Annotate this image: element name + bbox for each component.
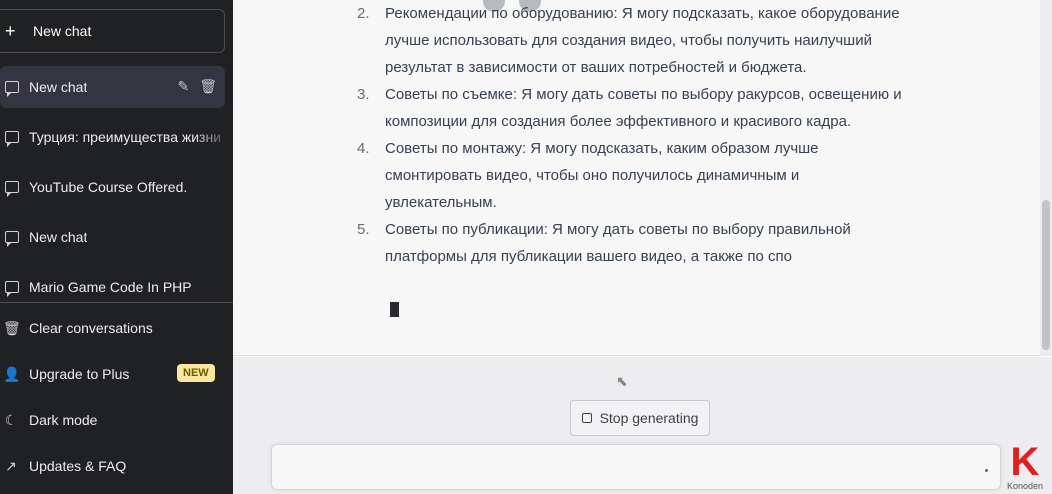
chat-bubble-icon xyxy=(5,81,19,97)
scrollbar[interactable] xyxy=(1040,0,1052,356)
chat-bubble-icon xyxy=(5,131,19,147)
plus-icon: + xyxy=(5,20,16,41)
history-item[interactable]: YouTube Course Offered. xyxy=(0,166,233,208)
new-chat-button[interactable]: + New chat xyxy=(0,9,225,53)
list-item: 5. Советы по публикации: Я могу дать сов… xyxy=(357,216,903,270)
channel-watermark-logo: K Konoden xyxy=(1005,440,1045,491)
message-input[interactable] xyxy=(271,444,1001,490)
list-item-number: 5. xyxy=(357,221,370,238)
chat-bubble-icon xyxy=(5,281,19,297)
sidebar: + New chat New chat ✎ 🗑 Турция: преимуще… xyxy=(0,0,233,494)
history-item[interactable]: Турция: преимущества жизни xyxy=(0,116,233,158)
list-item-number: 2. xyxy=(357,5,370,22)
list-item: 4. Советы по монтажу: Я могу подсказать,… xyxy=(357,135,903,216)
composer-area: ⬉ Stop generating xyxy=(233,357,1052,494)
list-item: 3. Советы по съемке: Я могу дать советы … xyxy=(357,81,903,135)
menu-item-label: Upgrade to Plus xyxy=(29,366,130,382)
sidebar-divider xyxy=(0,302,233,303)
edit-icon[interactable]: ✎ xyxy=(177,78,189,95)
sidebar-menu: 🗑 Clear conversations 👤 Upgrade to Plus … xyxy=(0,305,233,489)
history-item[interactable]: New chat ✎ 🗑 xyxy=(0,66,225,108)
chat-bubble-icon xyxy=(5,231,19,247)
upgrade-to-plus-button[interactable]: 👤 Upgrade to Plus NEW xyxy=(0,351,233,397)
chat-bubble-icon xyxy=(5,181,19,197)
history-item-label: Mario Game Code In PHP xyxy=(29,279,192,295)
list-item-text: Советы по съемке: Я могу дать советы по … xyxy=(385,86,902,130)
watermark-letter: K xyxy=(1010,440,1040,484)
loading-dot-icon xyxy=(985,469,988,472)
list-item-text: Советы по публикации: Я могу дать советы… xyxy=(385,221,851,265)
history-item-label: YouTube Course Offered. xyxy=(29,179,188,195)
list-item-number: 4. xyxy=(357,140,370,157)
history-item[interactable]: New chat xyxy=(0,216,233,258)
moon-icon: ☾ xyxy=(4,411,18,428)
history-item-label: New chat xyxy=(29,229,88,245)
list-item-text: Рекомендации по оборудованию: Я могу под… xyxy=(385,5,900,76)
clear-conversations-button[interactable]: 🗑 Clear conversations xyxy=(0,305,233,351)
list-item: 2. Рекомендации по оборудованию: Я могу … xyxy=(357,0,903,81)
watermark-text: Konoden xyxy=(1006,481,1044,491)
updates-faq-link[interactable]: ↗ Updates & FAQ xyxy=(0,443,233,489)
menu-item-label: Clear conversations xyxy=(29,320,153,336)
list-item-number: 3. xyxy=(357,86,370,103)
trash-icon: 🗑 xyxy=(3,319,21,336)
response-list: 2. Рекомендации по оборудованию: Я могу … xyxy=(357,0,903,270)
mouse-pointer-icon: ⬉ xyxy=(616,373,628,389)
typing-cursor xyxy=(390,302,399,317)
stop-icon xyxy=(581,413,592,423)
stop-generating-button[interactable]: Stop generating xyxy=(570,400,710,436)
user-icon: 👤 xyxy=(3,365,21,382)
new-chat-label: New chat xyxy=(33,23,92,39)
scrollbar-thumb[interactable] xyxy=(1042,200,1050,350)
external-link-icon: ↗ xyxy=(5,457,17,474)
chat-history: New chat ✎ 🗑 Турция: преимущества жизни … xyxy=(0,66,233,316)
assistant-response: 2. Рекомендации по оборудованию: Я могу … xyxy=(233,0,1052,356)
menu-item-label: Dark mode xyxy=(29,412,98,428)
history-item-label: New chat xyxy=(29,79,88,95)
list-item-text: Советы по монтажу: Я могу подсказать, ка… xyxy=(385,140,819,211)
stop-generating-label: Stop generating xyxy=(599,410,699,426)
trash-icon[interactable]: 🗑 xyxy=(199,78,217,95)
new-badge: NEW xyxy=(177,364,215,382)
dark-mode-button[interactable]: ☾ Dark mode xyxy=(0,397,233,443)
main-panel: 2. Рекомендации по оборудованию: Я могу … xyxy=(233,0,1052,494)
menu-item-label: Updates & FAQ xyxy=(29,458,127,474)
